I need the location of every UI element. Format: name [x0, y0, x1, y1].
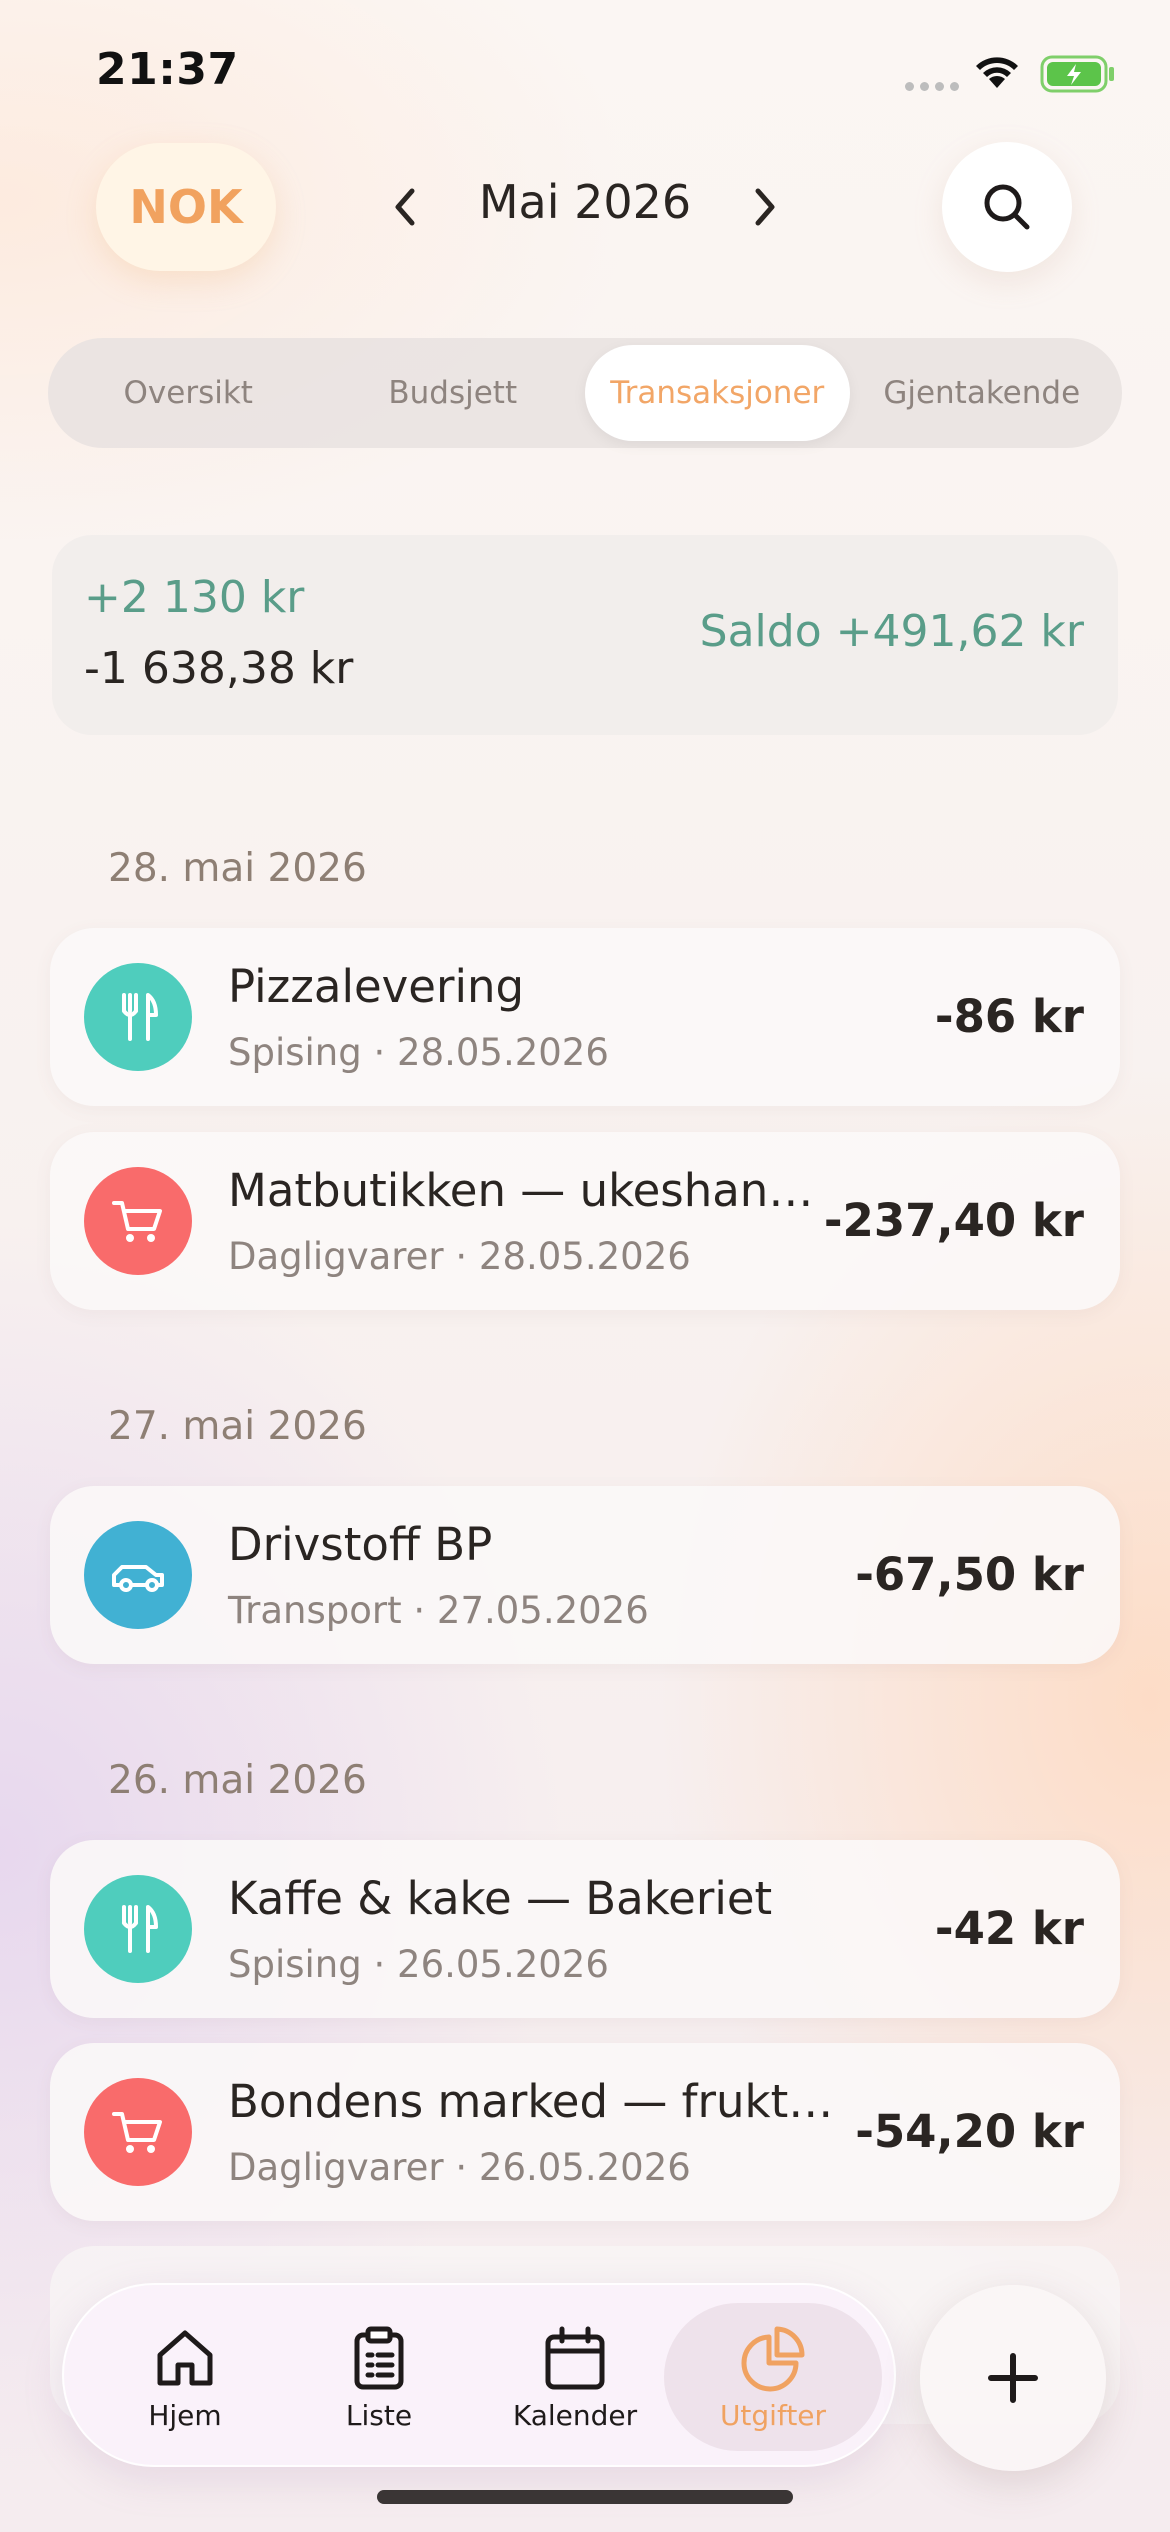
- previous-month-button[interactable]: [380, 175, 430, 239]
- transaction-title: Matbutikken — ukeshan…: [228, 1164, 814, 1217]
- expense-total: -1 638,38 kr: [84, 643, 354, 694]
- date-header: 27. mai 2026: [108, 1404, 367, 1449]
- nav-calendar[interactable]: Kalender: [480, 2303, 670, 2451]
- transaction-amount: -42 kr: [934, 1902, 1084, 1955]
- search-icon: [984, 184, 1030, 230]
- plus-icon: [988, 2353, 1038, 2403]
- transaction-subtitle: Dagligvarer · 26.05.2026: [228, 2146, 691, 2189]
- transaction-row[interactable]: Pizzalevering Spising · 28.05.2026 -86 k…: [50, 928, 1120, 1106]
- signal-dots-icon: [905, 82, 959, 91]
- nav-home[interactable]: Hjem: [90, 2303, 280, 2451]
- add-transaction-button[interactable]: [920, 2285, 1106, 2471]
- currency-button[interactable]: NOK: [96, 143, 276, 271]
- shopping-cart-icon: [84, 1167, 192, 1275]
- month-label: Mai 2026: [478, 175, 692, 229]
- income-total: +2 130 kr: [84, 572, 305, 623]
- balance-total: Saldo +491,62 kr: [699, 606, 1084, 657]
- chevron-right-icon: [755, 188, 775, 226]
- segmented-tabs: Oversikt Budsjett Transaksjoner Gjentake…: [48, 338, 1122, 448]
- wifi-icon: [970, 50, 1024, 94]
- transaction-subtitle: Transport · 27.05.2026: [228, 1589, 649, 1632]
- date-header: 28. mai 2026: [108, 846, 367, 891]
- transaction-subtitle: Dagligvarer · 28.05.2026: [228, 1235, 691, 1278]
- nav-list-label: Liste: [345, 2398, 413, 2432]
- search-button[interactable]: [942, 142, 1072, 272]
- transaction-amount: -237,40 kr: [823, 1194, 1084, 1247]
- battery-icon: [1040, 55, 1116, 97]
- transaction-row[interactable]: Matbutikken — ukeshan… Dagligvarer · 28.…: [50, 1132, 1120, 1310]
- transaction-subtitle: Spising · 26.05.2026: [228, 1943, 609, 1986]
- shopping-cart-icon: [84, 2078, 192, 2186]
- date-header: 26. mai 2026: [108, 1758, 367, 1803]
- tab-budsjett[interactable]: Budsjett: [321, 345, 586, 441]
- transaction-title: Kaffe & kake — Bakeriet: [228, 1872, 773, 1925]
- transaction-title: Bondens marked — frukt…: [228, 2075, 834, 2128]
- tab-gjentakende[interactable]: Gjentakende: [850, 345, 1115, 441]
- transaction-row[interactable]: Drivstoff BP Transport · 27.05.2026 -67,…: [50, 1486, 1120, 1664]
- clipboard-list-icon: [354, 2326, 404, 2389]
- chevron-left-icon: [395, 188, 415, 226]
- transaction-amount: -54,20 kr: [855, 2105, 1084, 2158]
- tab-oversikt[interactable]: Oversikt: [56, 345, 321, 441]
- transaction-subtitle: Spising · 28.05.2026: [228, 1031, 609, 1074]
- status-time: 21:37: [96, 44, 239, 95]
- transaction-title: Drivstoff BP: [228, 1518, 493, 1571]
- fork-knife-icon: [84, 963, 192, 1071]
- nav-home-label: Hjem: [148, 2398, 222, 2432]
- bottom-nav: Hjem Liste Kalender Utgifter: [62, 2283, 896, 2467]
- transaction-row[interactable]: Kaffe & kake — Bakeriet Spising · 26.05.…: [50, 1840, 1120, 2018]
- transaction-amount: -86 kr: [934, 990, 1084, 1043]
- transaction-amount: -67,50 kr: [855, 1548, 1084, 1601]
- tab-transaksjoner[interactable]: Transaksjoner: [585, 345, 850, 441]
- transaction-row[interactable]: Bondens marked — frukt… Dagligvarer · 26…: [50, 2043, 1120, 2221]
- home-icon: [157, 2330, 213, 2385]
- transaction-title: Pizzalevering: [228, 960, 525, 1013]
- calendar-icon: [545, 2326, 605, 2389]
- pie-chart-icon: [741, 2326, 805, 2391]
- fork-knife-icon: [84, 1875, 192, 1983]
- nav-list[interactable]: Liste: [284, 2303, 474, 2451]
- next-month-button[interactable]: [740, 175, 790, 239]
- car-icon: [84, 1521, 192, 1629]
- nav-expenses[interactable]: Utgifter: [664, 2303, 882, 2451]
- nav-calendar-label: Kalender: [512, 2398, 638, 2432]
- nav-expenses-label: Utgifter: [719, 2398, 827, 2432]
- home-indicator: [377, 2490, 793, 2504]
